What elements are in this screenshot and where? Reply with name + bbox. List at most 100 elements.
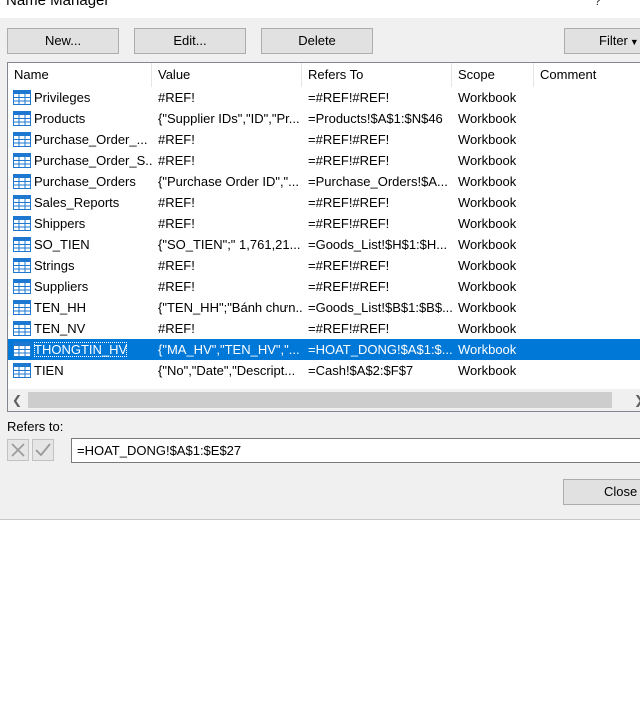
scroll-left-icon[interactable]: ❮ bbox=[8, 389, 26, 411]
row-refers-to: =#REF!#REF! bbox=[308, 153, 390, 168]
row-comment bbox=[540, 192, 640, 213]
column-header-refers-to[interactable]: Refers To bbox=[302, 63, 452, 87]
table-row[interactable]: Privileges #REF! =#REF!#REF! Workbook bbox=[8, 87, 640, 108]
column-header-name[interactable]: Name bbox=[8, 63, 152, 87]
row-value: {"No","Date","Descript... bbox=[158, 363, 296, 378]
scroll-right-icon[interactable]: ❯ bbox=[630, 389, 640, 411]
row-comment bbox=[540, 171, 640, 192]
row-name: SO_TIEN bbox=[34, 237, 90, 252]
row-value: #REF! bbox=[158, 321, 195, 336]
row-name: Privileges bbox=[34, 90, 91, 105]
row-name: TEN_NV bbox=[34, 321, 86, 336]
row-value: {"Purchase Order ID","... bbox=[158, 174, 300, 189]
row-scope: Workbook bbox=[458, 237, 517, 252]
filter-button[interactable]: Filter ▼ bbox=[564, 28, 640, 54]
refers-to-input[interactable] bbox=[71, 438, 640, 463]
table-row[interactable]: Shippers #REF! =#REF!#REF! Workbook bbox=[8, 213, 640, 234]
table-row[interactable]: Sales_Reports #REF! =#REF!#REF! Workbook bbox=[8, 192, 640, 213]
row-scope: Workbook bbox=[458, 279, 517, 294]
table-icon bbox=[13, 279, 31, 295]
table-icon bbox=[13, 174, 31, 190]
row-name: THONGTIN_HV bbox=[34, 342, 128, 357]
table-row[interactable]: Strings #REF! =#REF!#REF! Workbook bbox=[8, 255, 640, 276]
row-name: TIEN bbox=[34, 363, 64, 378]
horizontal-scrollbar[interactable]: ❮ ❯ bbox=[8, 389, 640, 411]
row-name-cell: Purchase_Order_S... bbox=[13, 150, 152, 171]
row-refers-to: =#REF!#REF! bbox=[308, 279, 390, 294]
table-row[interactable]: TEN_HH {"TEN_HH";"Bánh chưn... =Goods_List… bbox=[8, 297, 640, 318]
scrollbar-thumb[interactable] bbox=[28, 392, 612, 408]
row-name: Products bbox=[34, 111, 86, 126]
row-comment bbox=[540, 255, 640, 276]
new-button[interactable]: New... bbox=[7, 28, 119, 54]
row-value: {"TEN_HH";"Bánh chưn... bbox=[158, 300, 302, 315]
table-icon bbox=[13, 237, 31, 253]
row-comment bbox=[540, 213, 640, 234]
table-row[interactable]: Products {"Supplier IDs","ID","Pr... =Prod… bbox=[8, 108, 640, 129]
edit-button[interactable]: Edit... bbox=[134, 28, 246, 54]
row-name-cell: Sales_Reports bbox=[13, 192, 152, 213]
table-row[interactable]: Purchase_Orders {"Purchase Order ID","...… bbox=[8, 171, 640, 192]
row-value: #REF! bbox=[158, 216, 195, 231]
table-icon bbox=[13, 153, 31, 169]
column-header-value[interactable]: Value bbox=[152, 63, 302, 87]
row-refers-to: =Goods_List!$B$1:$B$... bbox=[308, 300, 452, 315]
row-name: Sales_Reports bbox=[34, 195, 120, 210]
help-icon[interactable]: ? bbox=[594, 0, 601, 8]
row-comment bbox=[540, 360, 640, 381]
table-icon bbox=[13, 258, 31, 274]
row-name: Purchase_Order_S... bbox=[34, 153, 152, 168]
checkmark-icon[interactable] bbox=[32, 439, 54, 461]
row-scope: Workbook bbox=[458, 321, 517, 336]
table-icon bbox=[13, 216, 31, 232]
row-name-cell: Privileges bbox=[13, 87, 152, 108]
row-comment bbox=[540, 339, 640, 360]
table-row[interactable]: Purchase_Order_S... #REF! =#REF!#REF! Workb… bbox=[8, 150, 640, 171]
column-header-scope[interactable]: Scope bbox=[452, 63, 534, 87]
table-row[interactable]: Suppliers #REF! =#REF!#REF! Workbook bbox=[8, 276, 640, 297]
filter-button-label: Filter bbox=[599, 33, 628, 48]
close-button[interactable]: Close bbox=[563, 479, 640, 505]
caret-down-icon: ▼ bbox=[629, 37, 639, 47]
row-name: Shippers bbox=[34, 216, 86, 231]
row-name-cell: Strings bbox=[13, 255, 152, 276]
edit-button-label: Edit... bbox=[173, 33, 207, 48]
row-name: Suppliers bbox=[34, 279, 89, 294]
row-scope: Workbook bbox=[458, 216, 517, 231]
row-scope: Workbook bbox=[458, 111, 517, 126]
table-row[interactable]: TEN_NV #REF! =#REF!#REF! Workbook bbox=[8, 318, 640, 339]
table-icon bbox=[13, 300, 31, 316]
table-row[interactable]: TIEN {"No","Date","Descript... =Cash!$A$2:… bbox=[8, 360, 640, 381]
row-name-cell: Shippers bbox=[13, 213, 152, 234]
delete-button-label: Delete bbox=[298, 33, 336, 48]
row-name-cell: Products bbox=[13, 108, 152, 129]
row-refers-to: =Cash!$A$2:$F$7 bbox=[308, 363, 414, 378]
row-comment bbox=[540, 87, 640, 108]
row-value: #REF! bbox=[158, 132, 195, 147]
row-value: #REF! bbox=[158, 153, 195, 168]
table-icon bbox=[13, 111, 31, 127]
list-header: Name Value Refers To Scope Comment bbox=[8, 63, 640, 87]
row-name-cell: Purchase_Order_... bbox=[13, 129, 152, 150]
cancel-x-icon[interactable] bbox=[7, 439, 29, 461]
row-scope: Workbook bbox=[458, 342, 517, 357]
row-value: {"SO_TIEN";" 1,761,21... bbox=[158, 237, 301, 252]
column-header-comment[interactable]: Comment bbox=[534, 63, 640, 87]
row-refers-to: =#REF!#REF! bbox=[308, 216, 390, 231]
delete-button[interactable]: Delete bbox=[261, 28, 373, 54]
table-row[interactable]: Purchase_Order_... #REF! =#REF!#REF! Workbo… bbox=[8, 129, 640, 150]
row-refers-to: =#REF!#REF! bbox=[308, 195, 390, 210]
row-refers-to: =#REF!#REF! bbox=[308, 321, 390, 336]
row-refers-to: =Goods_List!$H$1:$H... bbox=[308, 237, 448, 252]
row-refers-to: =#REF!#REF! bbox=[308, 90, 390, 105]
row-comment bbox=[540, 150, 640, 171]
row-name: Purchase_Orders bbox=[34, 174, 136, 189]
row-scope: Workbook bbox=[458, 153, 517, 168]
table-row[interactable]: THONGTIN_HV {"MA_HV","TEN_HV","... =HOAT_D… bbox=[8, 339, 640, 360]
table-row[interactable]: SO_TIEN {"SO_TIEN";" 1,761,21... =Goods_Li… bbox=[8, 234, 640, 255]
table-icon bbox=[13, 342, 31, 358]
row-scope: Workbook bbox=[458, 132, 517, 147]
names-list[interactable]: Name Value Refers To Scope Comment Privi… bbox=[7, 62, 640, 412]
table-icon bbox=[13, 132, 31, 148]
row-scope: Workbook bbox=[458, 300, 517, 315]
